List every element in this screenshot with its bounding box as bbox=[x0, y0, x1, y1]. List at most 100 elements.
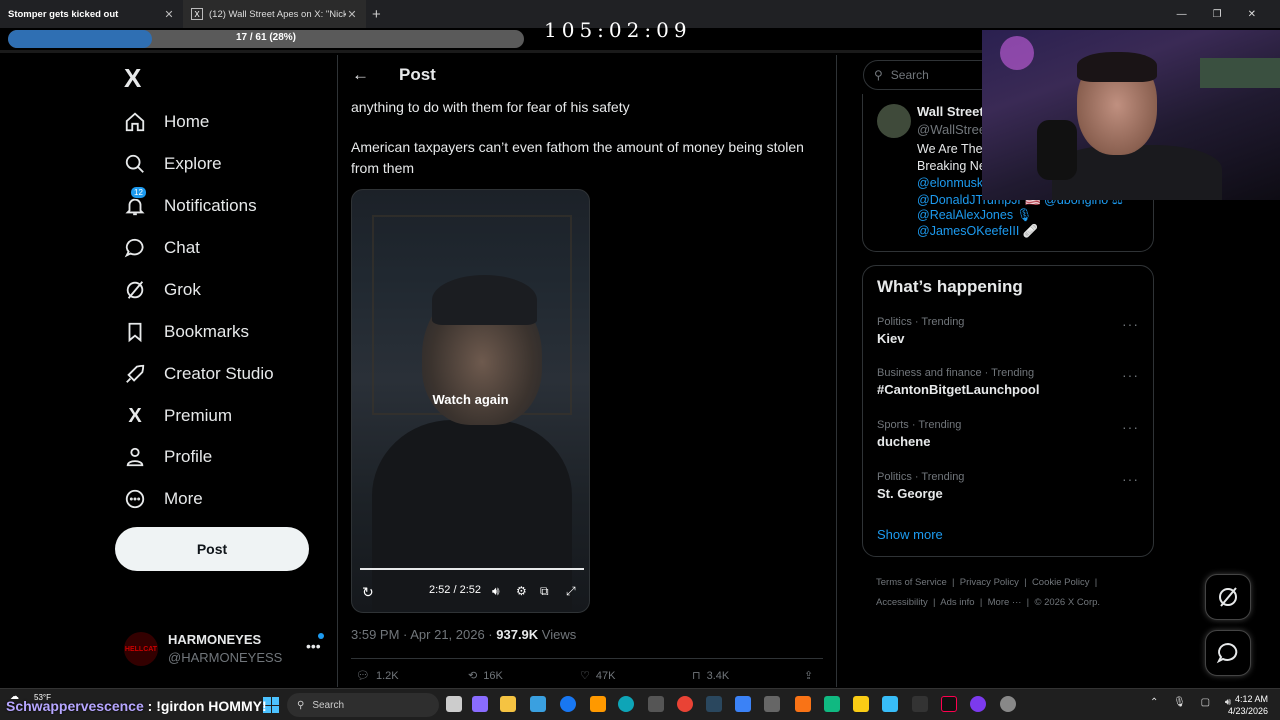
copilot-icon[interactable] bbox=[472, 696, 488, 712]
edge-icon[interactable] bbox=[618, 696, 634, 712]
trend-item[interactable]: Business and finance · Trending #CantonB… bbox=[877, 367, 1147, 397]
account-switcher[interactable]: HELLCAT HARMONEYES @HARMONEYESS ••• bbox=[124, 630, 324, 670]
nav-item-grok[interactable]: Grok bbox=[124, 279, 201, 301]
post-button[interactable]: Post bbox=[115, 527, 309, 571]
nav-item-chat[interactable]: Chat bbox=[124, 237, 200, 259]
nav-item-profile[interactable]: Profile bbox=[124, 446, 212, 468]
video-subject-cap bbox=[432, 275, 537, 325]
nav-item-bookmarks[interactable]: Bookmarks bbox=[124, 321, 249, 343]
trend-item[interactable]: Politics · Trending St. George ··· bbox=[877, 471, 1147, 501]
system-tray-icons[interactable]: ⌃ 🎙︎ ▢ 🔊︎ bbox=[1150, 697, 1237, 708]
webcam-microphone bbox=[1037, 120, 1077, 180]
messages-float-button[interactable] bbox=[1205, 630, 1251, 676]
footer-link[interactable]: Privacy Policy bbox=[960, 577, 1019, 588]
repost-button[interactable]: ⟲ 16K bbox=[468, 669, 503, 683]
reply-count: 1.2K bbox=[375, 669, 399, 682]
tiktok-icon[interactable] bbox=[941, 696, 957, 712]
trend-category: Business and finance · Trending bbox=[877, 367, 1035, 379]
store-icon[interactable] bbox=[530, 696, 546, 712]
minimize-icon[interactable]: — bbox=[1177, 9, 1187, 20]
restore-icon[interactable]: ❐ bbox=[1213, 9, 1222, 20]
picture-in-picture-icon[interactable]: ⧉ bbox=[540, 584, 549, 599]
divider bbox=[351, 658, 823, 659]
video-controls: ↻ 2:52 / 2:52 🔊︎ ⚙ ⧉ ⤢ bbox=[352, 582, 589, 604]
taskbar-clock[interactable]: 4:12 AM 4/23/2026 bbox=[1228, 693, 1268, 717]
more-dots-icon[interactable]: ··· bbox=[1122, 419, 1139, 435]
app-icon[interactable] bbox=[882, 696, 898, 712]
more-dots-icon[interactable]: ··· bbox=[1122, 316, 1139, 332]
nav-item-home[interactable]: Home bbox=[124, 111, 209, 133]
fullscreen-icon[interactable]: ⤢ bbox=[566, 584, 576, 599]
close-window-icon[interactable]: ✕ bbox=[1248, 9, 1256, 20]
profile-name[interactable]: Wall Street bbox=[917, 104, 984, 119]
footer-link[interactable]: Terms of Service bbox=[876, 577, 947, 588]
file-explorer-icon[interactable] bbox=[500, 696, 516, 712]
facebook-icon[interactable] bbox=[560, 696, 576, 712]
close-tab-icon[interactable]: ✕ bbox=[163, 8, 175, 21]
nav-item-label: Creator Studio bbox=[164, 364, 274, 383]
nav-item-label: Home bbox=[164, 112, 210, 131]
app-icon[interactable] bbox=[764, 696, 780, 712]
nav-item-creator-studio[interactable]: Creator Studio bbox=[124, 363, 274, 385]
trend-item[interactable]: Politics · Trending Kiev ··· bbox=[877, 316, 1147, 346]
footer-line: Accessibility | Ads info | More ··· | © … bbox=[876, 597, 1101, 608]
more-dots-icon[interactable]: ··· bbox=[1122, 471, 1139, 487]
reply-button[interactable]: 💬︎ 1.2K bbox=[356, 669, 399, 683]
app-icon[interactable] bbox=[735, 696, 751, 712]
bell-icon: 12 bbox=[124, 186, 147, 217]
steam-icon[interactable] bbox=[706, 696, 722, 712]
settings-gear-icon[interactable]: ⚙ bbox=[516, 584, 527, 598]
app-icon[interactable] bbox=[1000, 696, 1016, 712]
rocket-icon bbox=[124, 363, 146, 385]
footer-link[interactable]: More ··· bbox=[988, 597, 1022, 608]
nav-item-more[interactable]: More bbox=[124, 488, 203, 510]
xbox-icon[interactable] bbox=[824, 696, 840, 712]
volume-icon[interactable]: 🔊︎ bbox=[492, 584, 500, 599]
footer-link[interactable]: Cookie Policy bbox=[1032, 577, 1090, 588]
tab-title: (12) Wall Street Apes on X: "Nick S bbox=[209, 8, 346, 20]
avatar[interactable] bbox=[877, 104, 911, 138]
browser-tab[interactable]: Stomper gets kicked out ✕ bbox=[0, 0, 183, 28]
nav-item-premium[interactable]: X Premium bbox=[124, 405, 232, 427]
left-nav: X Home Explore 12 Notifications Chat Gro… bbox=[0, 55, 338, 687]
back-arrow-icon[interactable]: ← bbox=[352, 65, 369, 85]
browser-tab-active[interactable]: X (12) Wall Street Apes on X: "Nick S ✕ bbox=[183, 0, 366, 28]
show-more-link[interactable]: Show more bbox=[877, 527, 943, 542]
close-tab-icon[interactable]: ✕ bbox=[346, 8, 358, 21]
profile-link[interactable]: @elonmusk bbox=[917, 176, 983, 190]
screen: Stomper gets kicked out ✕ X (12) Wall St… bbox=[0, 0, 1280, 720]
bookmark-button[interactable]: ⊓ 3.4K bbox=[692, 669, 729, 683]
more-dots-icon[interactable]: ··· bbox=[1122, 367, 1139, 383]
app-icon[interactable] bbox=[648, 696, 664, 712]
footer-link[interactable]: Accessibility bbox=[876, 597, 928, 608]
video-progress-bar[interactable] bbox=[360, 568, 584, 570]
app-icon[interactable] bbox=[912, 696, 928, 712]
chrome-icon[interactable] bbox=[677, 696, 693, 712]
nav-item-label: More bbox=[164, 489, 203, 508]
trend-item[interactable]: Sports · Trending duchene ··· bbox=[877, 419, 1147, 449]
nav-item-label: Chat bbox=[164, 238, 200, 257]
account-handle: @HARMONEYESS bbox=[168, 650, 283, 665]
sticky-notes-icon[interactable] bbox=[853, 696, 869, 712]
x-logo-icon[interactable]: X bbox=[124, 63, 141, 94]
share-button[interactable]: ⇪ bbox=[804, 669, 813, 682]
profile-link[interactable]: @RealAlexJones 🎙 bbox=[917, 208, 1032, 223]
video-player[interactable]: Watch again ↻ 2:52 / 2:52 🔊︎ ⚙ ⧉ ⤢ bbox=[351, 189, 590, 613]
obs-icon[interactable] bbox=[970, 696, 986, 712]
profile-link[interactable]: @JamesOKeefeIII 🩹 bbox=[917, 224, 1038, 239]
footer-copyright: © 2026 X Corp. bbox=[1034, 597, 1101, 608]
post-timestamp[interactable]: 3:59 PM · Apr 21, 2026 · bbox=[351, 627, 496, 642]
grok-float-button[interactable] bbox=[1205, 574, 1251, 620]
new-tab-icon[interactable]: + bbox=[372, 6, 381, 23]
nav-item-notifications[interactable]: 12 Notifications bbox=[124, 186, 257, 217]
watch-again-button[interactable]: Watch again bbox=[352, 392, 589, 407]
nav-item-explore[interactable]: Explore bbox=[124, 153, 222, 175]
footer-link[interactable]: Ads info bbox=[940, 597, 974, 608]
more-dots-icon[interactable]: ••• bbox=[306, 638, 321, 654]
taskbar-search[interactable]: ⚲ Search bbox=[287, 693, 439, 717]
app-icon[interactable] bbox=[795, 696, 811, 712]
replay-icon[interactable]: ↻ bbox=[362, 584, 374, 601]
amazon-icon[interactable] bbox=[590, 696, 606, 712]
task-view-icon[interactable] bbox=[446, 696, 462, 712]
like-button[interactable]: ♡ 47K bbox=[580, 669, 615, 683]
